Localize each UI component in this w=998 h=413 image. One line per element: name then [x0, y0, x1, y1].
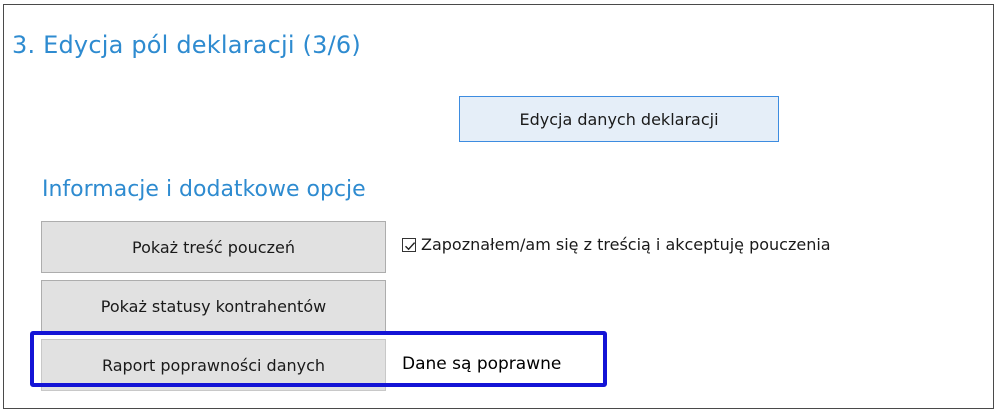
data-status-text: Dane są poprawne [402, 354, 562, 374]
section-title: 3. Edycja pól deklaracji (3/6) [12, 31, 361, 59]
acknowledge-checkbox[interactable] [402, 237, 416, 252]
info-options-heading: Informacje i dodatkowe opcje [42, 177, 366, 202]
acknowledge-instructions-row[interactable]: Zapoznałem/am się z treścią i akceptuję … [402, 235, 831, 254]
show-contractor-statuses-button[interactable]: Pokaż statusy kontrahentów [41, 280, 386, 332]
acknowledge-checkbox-label[interactable]: Zapoznałem/am się z treścią i akceptuję … [421, 235, 831, 254]
declaration-panel: 3. Edycja pól deklaracji (3/6) Edycja da… [3, 4, 994, 409]
edit-declaration-data-button[interactable]: Edycja danych deklaracji [459, 96, 779, 142]
show-instructions-button[interactable]: Pokaż treść pouczeń [41, 221, 386, 273]
data-validity-report-button[interactable]: Raport poprawności danych [41, 339, 386, 391]
checkmark-icon [405, 241, 416, 250]
